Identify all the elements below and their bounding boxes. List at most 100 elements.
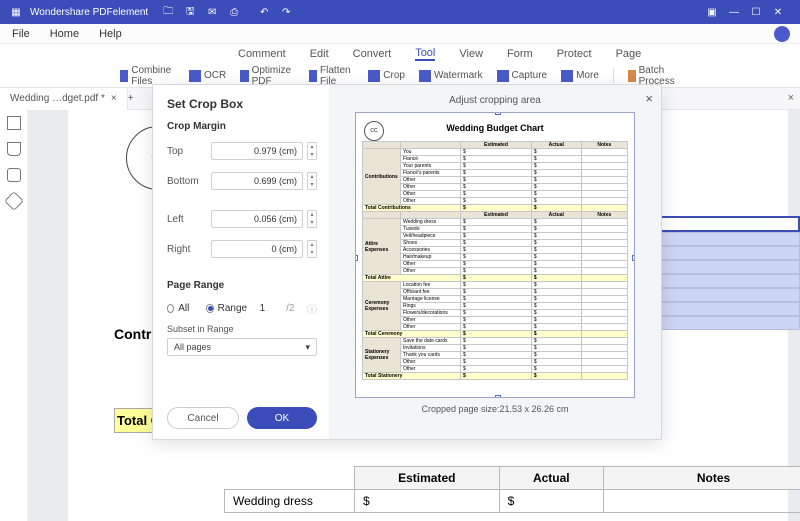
selection-cell[interactable] <box>660 260 800 274</box>
combine-icon <box>120 70 128 82</box>
col-notes: Notes <box>604 467 800 490</box>
selection-cell[interactable] <box>660 288 800 302</box>
redo-icon[interactable]: ↷ <box>278 4 294 20</box>
page-range-title: Page Range <box>167 280 317 291</box>
cell-actual: $ <box>499 490 603 513</box>
save-icon[interactable]: 🖫 <box>182 4 198 20</box>
tab-page[interactable]: Page <box>616 48 642 60</box>
bottom-stepper[interactable]: ▴▾ <box>307 172 317 190</box>
open-icon[interactable]: 🗀 <box>160 4 176 20</box>
range-total: /2 <box>286 303 294 314</box>
right-label: Right <box>167 244 207 255</box>
attachments-icon[interactable] <box>4 191 24 211</box>
titlebar: ▦ Wondershare PDFelement 🗀 🖫 ✉ ⎙ ↶ ↷ ▣ —… <box>0 0 800 24</box>
print-icon[interactable]: ⎙ <box>226 4 242 20</box>
selection-cell[interactable] <box>660 316 800 330</box>
crop-handle[interactable] <box>495 112 501 115</box>
range-input[interactable]: 1 <box>260 303 283 314</box>
document-tab[interactable]: Wedding …dget.pdf * × <box>0 88 128 110</box>
capture-icon <box>497 70 509 82</box>
right-selection-panel <box>660 216 800 446</box>
top-stepper[interactable]: ▴▾ <box>307 142 317 160</box>
budget-table: Estimated Actual Notes Wedding dress $ $ <box>224 466 800 513</box>
radio-range[interactable] <box>206 304 213 313</box>
radio-all[interactable] <box>167 304 174 313</box>
crop-preview[interactable]: CC Wedding Budget Chart EstimatedActualN… <box>355 112 635 398</box>
present-icon[interactable]: ▣ <box>704 4 720 20</box>
subset-label: Subset in Range <box>167 324 317 334</box>
menu-help[interactable]: Help <box>99 28 122 40</box>
left-input[interactable]: 0.056 (cm) <box>211 210 303 228</box>
preview-doc-title: Wedding Budget Chart <box>362 123 628 133</box>
maximize-icon[interactable]: ☐ <box>748 4 764 20</box>
selection-cell[interactable] <box>660 274 800 288</box>
tab-form[interactable]: Form <box>507 48 533 60</box>
new-tab-button[interactable]: + <box>128 93 134 104</box>
cell-estimated: $ <box>355 490 500 513</box>
crop-dialog-right: × Adjust cropping area CC Wedding Budget… <box>329 85 661 439</box>
selection-cell[interactable] <box>660 232 800 246</box>
tool-capture[interactable]: Capture <box>497 70 548 82</box>
mail-icon[interactable]: ✉ <box>204 4 220 20</box>
crop-handle[interactable] <box>632 255 635 261</box>
ok-button[interactable]: OK <box>247 407 317 429</box>
subset-select[interactable]: All pages ▾ <box>167 338 317 356</box>
optimize-icon <box>240 70 248 82</box>
chevron-down-icon: ▾ <box>305 342 310 353</box>
minimize-icon[interactable]: — <box>726 4 742 20</box>
app-logo-icon: ▦ <box>8 4 24 20</box>
dialog-title: Set Crop Box <box>167 97 317 111</box>
col-estimated: Estimated <box>355 467 500 490</box>
panel-close-icon[interactable]: × <box>788 92 794 104</box>
ocr-icon <box>189 70 201 82</box>
bottom-input[interactable]: 0.699 (cm) <box>211 172 303 190</box>
watermark-icon <box>419 70 431 82</box>
menu-file[interactable]: File <box>12 28 30 40</box>
row-label: Wedding dress <box>225 490 355 513</box>
selection-cell[interactable] <box>660 302 800 316</box>
tab-view[interactable]: View <box>459 48 483 60</box>
cancel-button[interactable]: Cancel <box>167 407 239 429</box>
menu-home[interactable]: Home <box>50 28 79 40</box>
tab-tool[interactable]: Tool <box>415 47 435 61</box>
right-input[interactable]: 0 (cm) <box>211 240 303 258</box>
user-avatar-icon[interactable] <box>774 26 790 42</box>
tab-protect[interactable]: Protect <box>557 48 592 60</box>
selection-cell[interactable] <box>660 246 800 260</box>
radio-range-label: Range <box>218 303 247 314</box>
tool-ocr[interactable]: OCR <box>189 70 226 82</box>
margin-section-title: Crop Margin <box>167 121 317 132</box>
crop-handle[interactable] <box>495 395 501 398</box>
tab-comment[interactable]: Comment <box>238 48 286 60</box>
radio-all-label: All <box>178 303 189 314</box>
crop-handle[interactable] <box>355 255 358 261</box>
col-actual: Actual <box>499 467 603 490</box>
bookmarks-icon[interactable] <box>7 142 21 156</box>
undo-icon[interactable]: ↶ <box>256 4 272 20</box>
tool-more[interactable]: More <box>561 70 599 82</box>
top-input[interactable]: 0.979 (cm) <box>211 142 303 160</box>
tab-edit[interactable]: Edit <box>310 48 329 60</box>
app-title: Wondershare PDFelement <box>30 7 148 18</box>
comments-icon[interactable] <box>7 168 21 182</box>
preview-title: Adjust cropping area <box>339 95 651 106</box>
tool-watermark[interactable]: Watermark <box>419 70 483 82</box>
crop-dialog-left: Set Crop Box Crop Margin Top 0.979 (cm) … <box>153 85 329 439</box>
crop-size-info: Cropped page size:21.53 x 26.26 cm <box>339 404 651 414</box>
crop-icon <box>368 70 380 82</box>
bottom-label: Bottom <box>167 176 207 187</box>
tab-convert[interactable]: Convert <box>353 48 392 60</box>
left-stepper[interactable]: ▴▾ <box>307 210 317 228</box>
selection-cell[interactable] <box>660 216 800 232</box>
tool-crop[interactable]: Crop <box>368 70 405 82</box>
batch-icon <box>628 70 636 82</box>
preview-table: EstimatedActualNotesContributionsYou$$Fi… <box>362 141 628 380</box>
top-label: Top <box>167 146 207 157</box>
menubar: File Home Help <box>0 24 800 44</box>
info-icon[interactable]: ⓘ <box>307 301 317 316</box>
doctab-close-icon[interactable]: × <box>111 93 117 104</box>
dialog-close-icon[interactable]: × <box>645 91 653 106</box>
right-stepper[interactable]: ▴▾ <box>307 240 317 258</box>
thumbnails-icon[interactable] <box>7 116 21 130</box>
close-icon[interactable]: ✕ <box>770 4 786 20</box>
